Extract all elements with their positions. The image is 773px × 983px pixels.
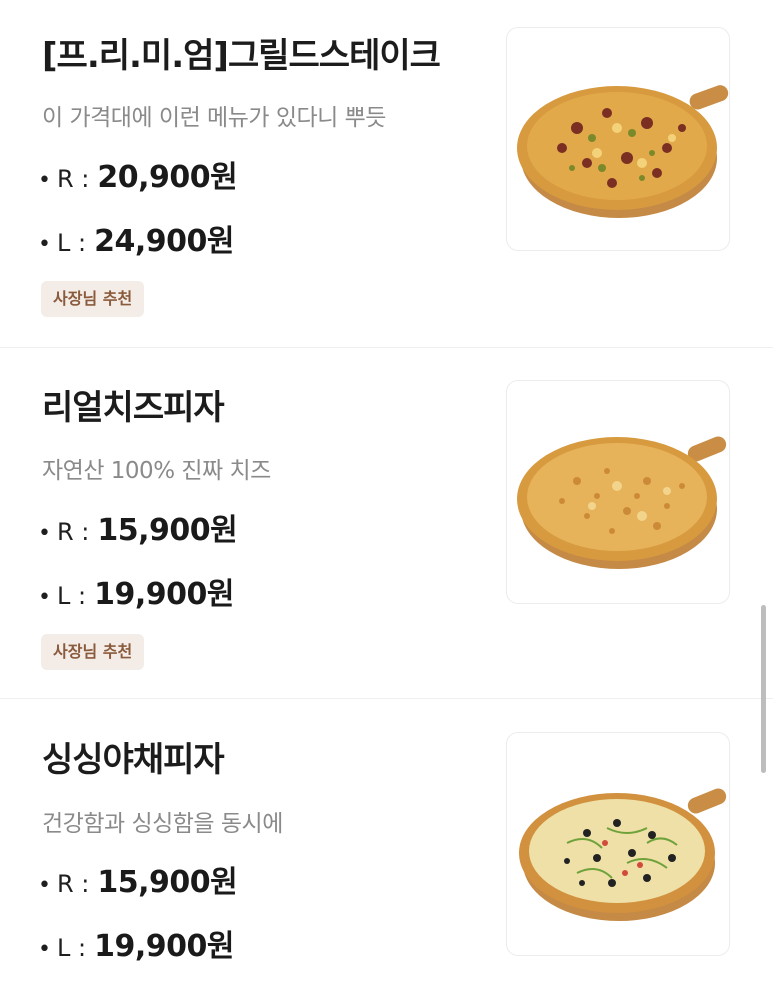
menu-item-grilled-steak[interactable]: [프.리.미.엄]그릴드스테이크 이 가격대에 이런 메뉴가 있다니 뿌듯 • … <box>0 0 773 348</box>
price-row-regular: • R : 15,900원 <box>38 505 238 549</box>
menu-item-fresh-veggie[interactable]: 싱싱야채피자 건강함과 싱싱함을 동시에 • R : 15,900원 • L :… <box>0 699 773 983</box>
menu-item-description: 이 가격대에 이런 메뉴가 있다니 뿌듯 <box>42 105 386 131</box>
recommend-badge: 사장님 추천 <box>41 281 145 317</box>
price-bullet: • <box>38 585 51 610</box>
scrollbar-thumb[interactable] <box>761 605 766 773</box>
price-bullet: • <box>38 873 51 898</box>
cheese-pizza-image[interactable] <box>506 380 730 604</box>
menu-item-name: 싱싱야채피자 <box>42 740 225 780</box>
price-bullet: • <box>38 232 51 257</box>
price-value: 15,900원 <box>97 865 238 900</box>
price-size-label: L : <box>56 582 87 610</box>
price-bullet: • <box>38 937 51 962</box>
steak-pizza-image[interactable] <box>506 27 730 251</box>
menu-item-real-cheese[interactable]: 리얼치즈피자 자연산 100% 진짜 치즈 • R : 15,900원 • L … <box>0 348 773 699</box>
price-row-large: • L : 19,900원 <box>38 569 234 613</box>
menu-item-description: 자연산 100% 진짜 치즈 <box>42 458 271 484</box>
menu-item-name: 리얼치즈피자 <box>42 388 225 428</box>
price-value: 24,900원 <box>94 224 234 259</box>
menu-item-name: [프.리.미.엄]그릴드스테이크 <box>42 36 441 76</box>
price-value: 15,900원 <box>97 513 238 548</box>
menu-item-description: 건강함과 싱싱함을 동시에 <box>42 811 283 837</box>
veggie-pizza-image[interactable] <box>506 732 730 956</box>
price-size-label: R : <box>56 518 90 546</box>
price-row-regular: • R : 20,900원 <box>38 152 238 196</box>
price-value: 20,900원 <box>97 160 238 195</box>
price-size-label: R : <box>56 165 90 193</box>
price-bullet: • <box>38 521 51 546</box>
price-size-label: L : <box>56 229 87 257</box>
price-row-large: • L : 24,900원 <box>38 216 234 260</box>
price-row-regular: • R : 15,900원 <box>38 857 238 901</box>
price-size-label: L : <box>56 934 87 962</box>
price-bullet: • <box>38 168 51 193</box>
recommend-badge: 사장님 추천 <box>41 634 145 670</box>
price-value: 19,900원 <box>94 929 234 964</box>
price-value: 19,900원 <box>94 577 234 612</box>
price-row-large: • L : 19,900원 <box>38 921 234 965</box>
price-size-label: R : <box>56 870 90 898</box>
